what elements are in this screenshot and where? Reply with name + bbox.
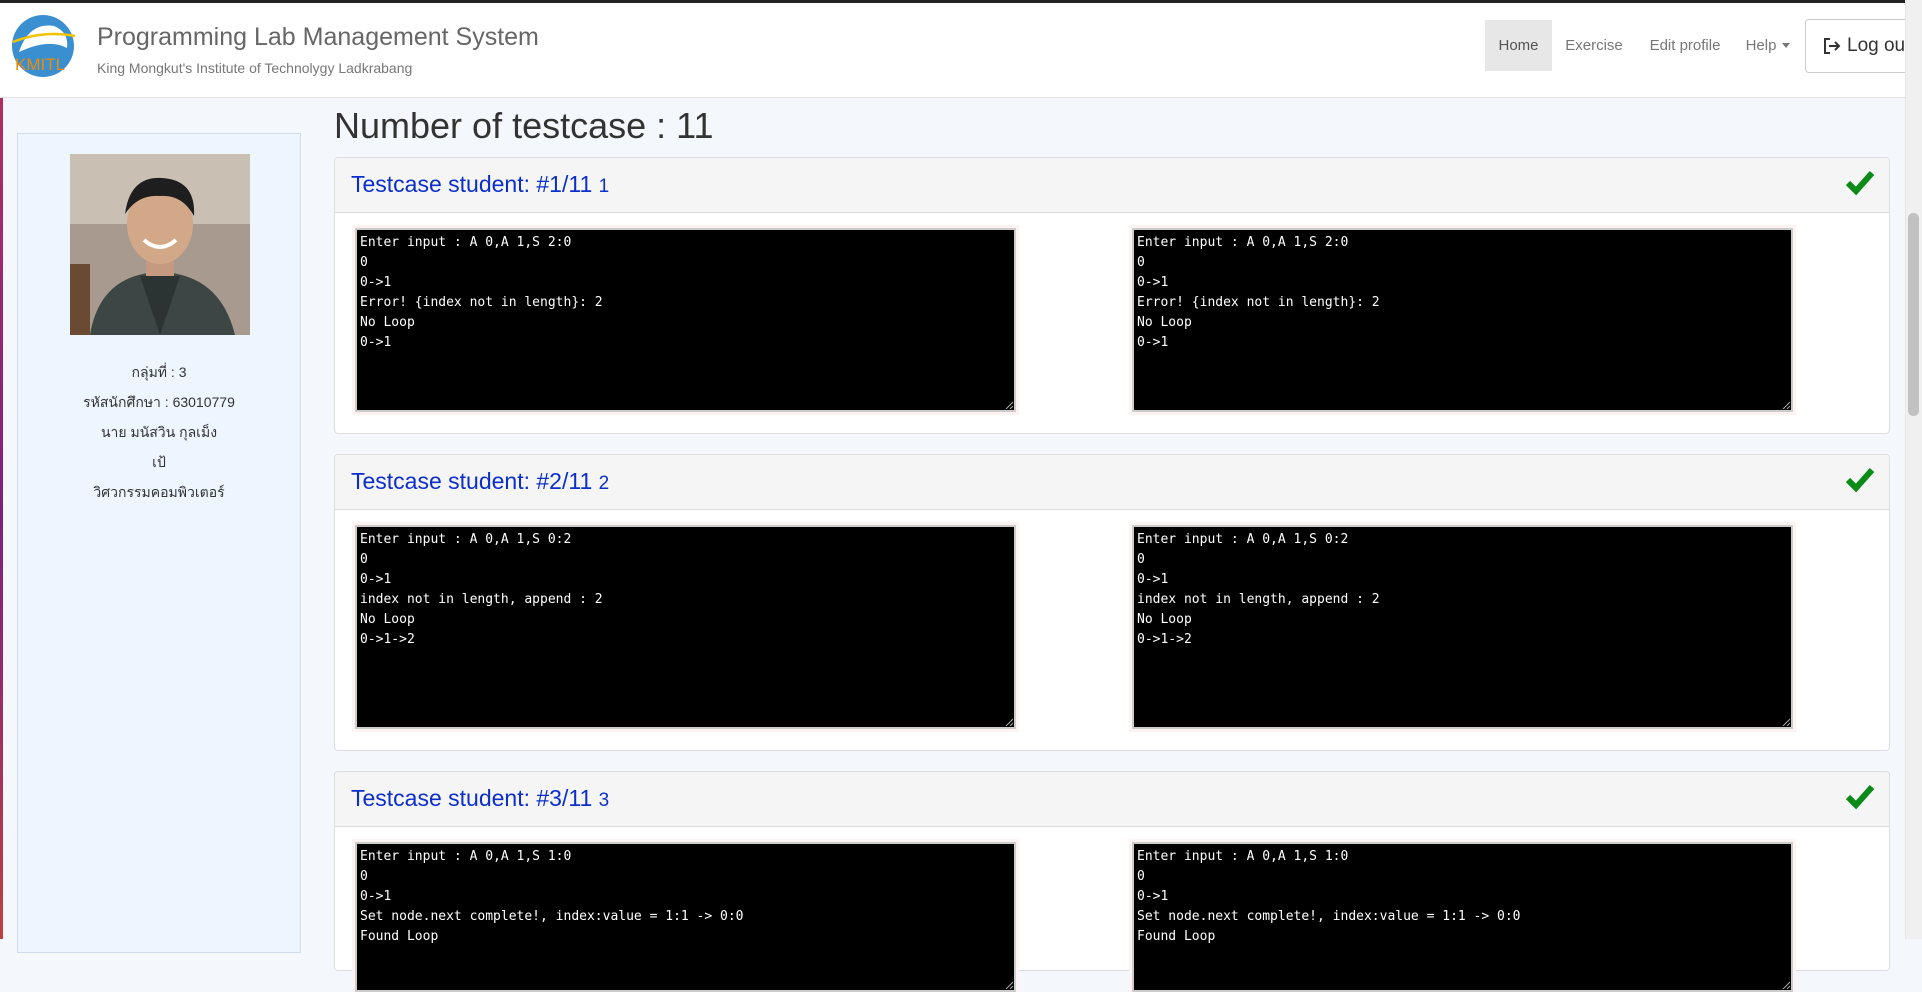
window-edge xyxy=(0,98,3,939)
app-title: Programming Lab Management System xyxy=(97,23,539,51)
output-line: 0->1 xyxy=(360,275,392,290)
output-line: 0->1 xyxy=(360,572,392,587)
output-line: Error! {index not in length}: 2 xyxy=(1137,295,1380,310)
nav-home-label: Home xyxy=(1498,37,1539,54)
student-output-textarea[interactable]: Enter input : A 0,A 1,S 1:0 0 0->1 Set node… xyxy=(355,842,1016,992)
output-line: 0 xyxy=(360,869,368,884)
testcase-panel: Testcase student: #3/11 3 Enter input : … xyxy=(334,771,1890,992)
resize-handle-icon[interactable] xyxy=(1782,401,1790,409)
output-line: 0 xyxy=(360,255,368,270)
kmitl-logo[interactable]: KMITL xyxy=(9,12,79,80)
output-line: index not in length, append : 2 xyxy=(360,592,603,607)
page-title: Number of testcase : 11 xyxy=(334,105,714,146)
output-line: Set node.next complete!, index:value = 1… xyxy=(360,909,744,924)
testcase-number: 3 xyxy=(598,790,610,811)
output-line: Enter input : A 0,A 1,S 2:0 xyxy=(1137,235,1349,250)
output-line: index not in length, append : 2 xyxy=(1137,592,1380,607)
resize-handle-icon[interactable] xyxy=(1782,981,1790,989)
testcase-panel: Testcase student: #2/11 2 Enter input : … xyxy=(334,454,1890,751)
testcase-title: Testcase student: #2/11 2 xyxy=(351,468,609,495)
output-line: 0->1 xyxy=(1137,572,1169,587)
testcase-number: 2 xyxy=(598,473,610,494)
output-line: Error! {index not in length}: 2 xyxy=(360,295,603,310)
student-avatar xyxy=(70,154,250,335)
nav-exercise-label: Exercise xyxy=(1565,37,1623,54)
profile-group: กลุ่มที่ : 3 xyxy=(131,364,187,380)
profile-sidebar: กลุ่มที่ : 3 รหัสนักศึกษา : 63010779 นาย… xyxy=(17,133,301,953)
output-line: 0 xyxy=(1137,255,1145,270)
profile-name: นาย มนัสวิน กุลเม็ง xyxy=(100,424,218,440)
testcase-number: 1 xyxy=(598,176,610,197)
testcase-header: Testcase student: #2/11 2 xyxy=(335,455,1889,510)
testcase-title: Testcase student: #1/11 1 xyxy=(351,171,609,198)
output-line: 0->1 xyxy=(360,889,392,904)
nav-help-label: Help xyxy=(1745,37,1777,54)
nav-exercise[interactable]: Exercise xyxy=(1552,20,1636,71)
output-line: Found Loop xyxy=(360,929,439,944)
profile-department: วิศวกรรมคอมพิวเตอร์ xyxy=(93,484,225,500)
caret-down-icon xyxy=(1782,43,1791,48)
output-line: Found Loop xyxy=(1137,929,1216,944)
output-line: Enter input : A 0,A 1,S 0:2 xyxy=(360,532,572,547)
output-line: Enter input : A 0,A 1,S 1:0 xyxy=(1137,849,1349,864)
check-icon xyxy=(1845,171,1875,196)
output-line: No Loop xyxy=(360,612,415,627)
testcase-title-text: Testcase student: #2/11 xyxy=(351,468,593,494)
resize-handle-icon[interactable] xyxy=(1782,718,1790,726)
student-output-textarea[interactable]: Enter input : A 0,A 1,S 2:0 0 0->1 Error! {… xyxy=(355,228,1016,412)
output-line: Enter input : A 0,A 1,S 1:0 xyxy=(360,849,572,864)
check-icon xyxy=(1845,785,1875,810)
nav-home[interactable]: Home xyxy=(1485,20,1552,71)
output-line: Enter input : A 0,A 1,S 2:0 xyxy=(360,235,572,250)
output-line: Set node.next complete!, index:value = 1… xyxy=(1137,909,1521,924)
nav-edit-profile[interactable]: Edit profile xyxy=(1636,20,1734,71)
output-line: 0 xyxy=(1137,869,1145,884)
logout-label: Log out xyxy=(1847,35,1911,56)
output-line: 0 xyxy=(1137,552,1145,567)
student-output-textarea[interactable]: Enter input : A 0,A 1,S 0:2 0 0->1 index no… xyxy=(355,525,1016,729)
output-line: 0->1 xyxy=(1137,275,1169,290)
output-line: 0 xyxy=(360,552,368,567)
testcase-title-text: Testcase student: #3/11 xyxy=(351,785,593,811)
testcase-title: Testcase student: #3/11 3 xyxy=(351,785,609,812)
profile-nickname: เป้ xyxy=(152,454,166,470)
testcase-panel: Testcase student: #1/11 1 Enter input : … xyxy=(334,157,1890,434)
output-line: 0->1->2 xyxy=(1137,632,1192,647)
output-line: No Loop xyxy=(1137,315,1192,330)
output-line: No Loop xyxy=(1137,612,1192,627)
top-navbar: KMITL Programming Lab Management System … xyxy=(0,0,1922,98)
output-line: Enter input : A 0,A 1,S 0:2 xyxy=(1137,532,1349,547)
testcase-title-text: Testcase student: #1/11 xyxy=(351,171,593,197)
output-line: 0->1 xyxy=(360,335,392,350)
resize-handle-icon[interactable] xyxy=(1005,981,1013,989)
output-line: 0->1->2 xyxy=(360,632,415,647)
app-subtitle: King Mongkut's Institute of Technolygy L… xyxy=(97,60,413,76)
nav-help-dropdown[interactable]: Help xyxy=(1734,20,1802,71)
page-scrollbar[interactable] xyxy=(1905,0,1922,939)
resize-handle-icon[interactable] xyxy=(1005,401,1013,409)
expected-output-textarea[interactable]: Enter input : A 0,A 1,S 2:0 0 0->1 Error! {… xyxy=(1132,228,1793,412)
expected-output-textarea[interactable]: Enter input : A 0,A 1,S 1:0 0 0->1 Set node… xyxy=(1132,842,1793,992)
scrollbar-thumb[interactable] xyxy=(1908,213,1919,416)
output-line: 0->1 xyxy=(1137,889,1169,904)
check-icon xyxy=(1845,468,1875,493)
resize-handle-icon[interactable] xyxy=(1005,718,1013,726)
nav-edit-profile-label: Edit profile xyxy=(1649,37,1721,54)
svg-text:KMITL: KMITL xyxy=(15,55,65,74)
profile-student-id: รหัสนักศึกษา : 63010779 xyxy=(83,394,235,410)
logout-icon xyxy=(1824,38,1841,54)
testcase-header: Testcase student: #1/11 1 xyxy=(335,158,1889,213)
testcase-header: Testcase student: #3/11 3 xyxy=(335,772,1889,827)
output-line: No Loop xyxy=(360,315,415,330)
output-line: 0->1 xyxy=(1137,335,1169,350)
expected-output-textarea[interactable]: Enter input : A 0,A 1,S 0:2 0 0->1 index no… xyxy=(1132,525,1793,729)
